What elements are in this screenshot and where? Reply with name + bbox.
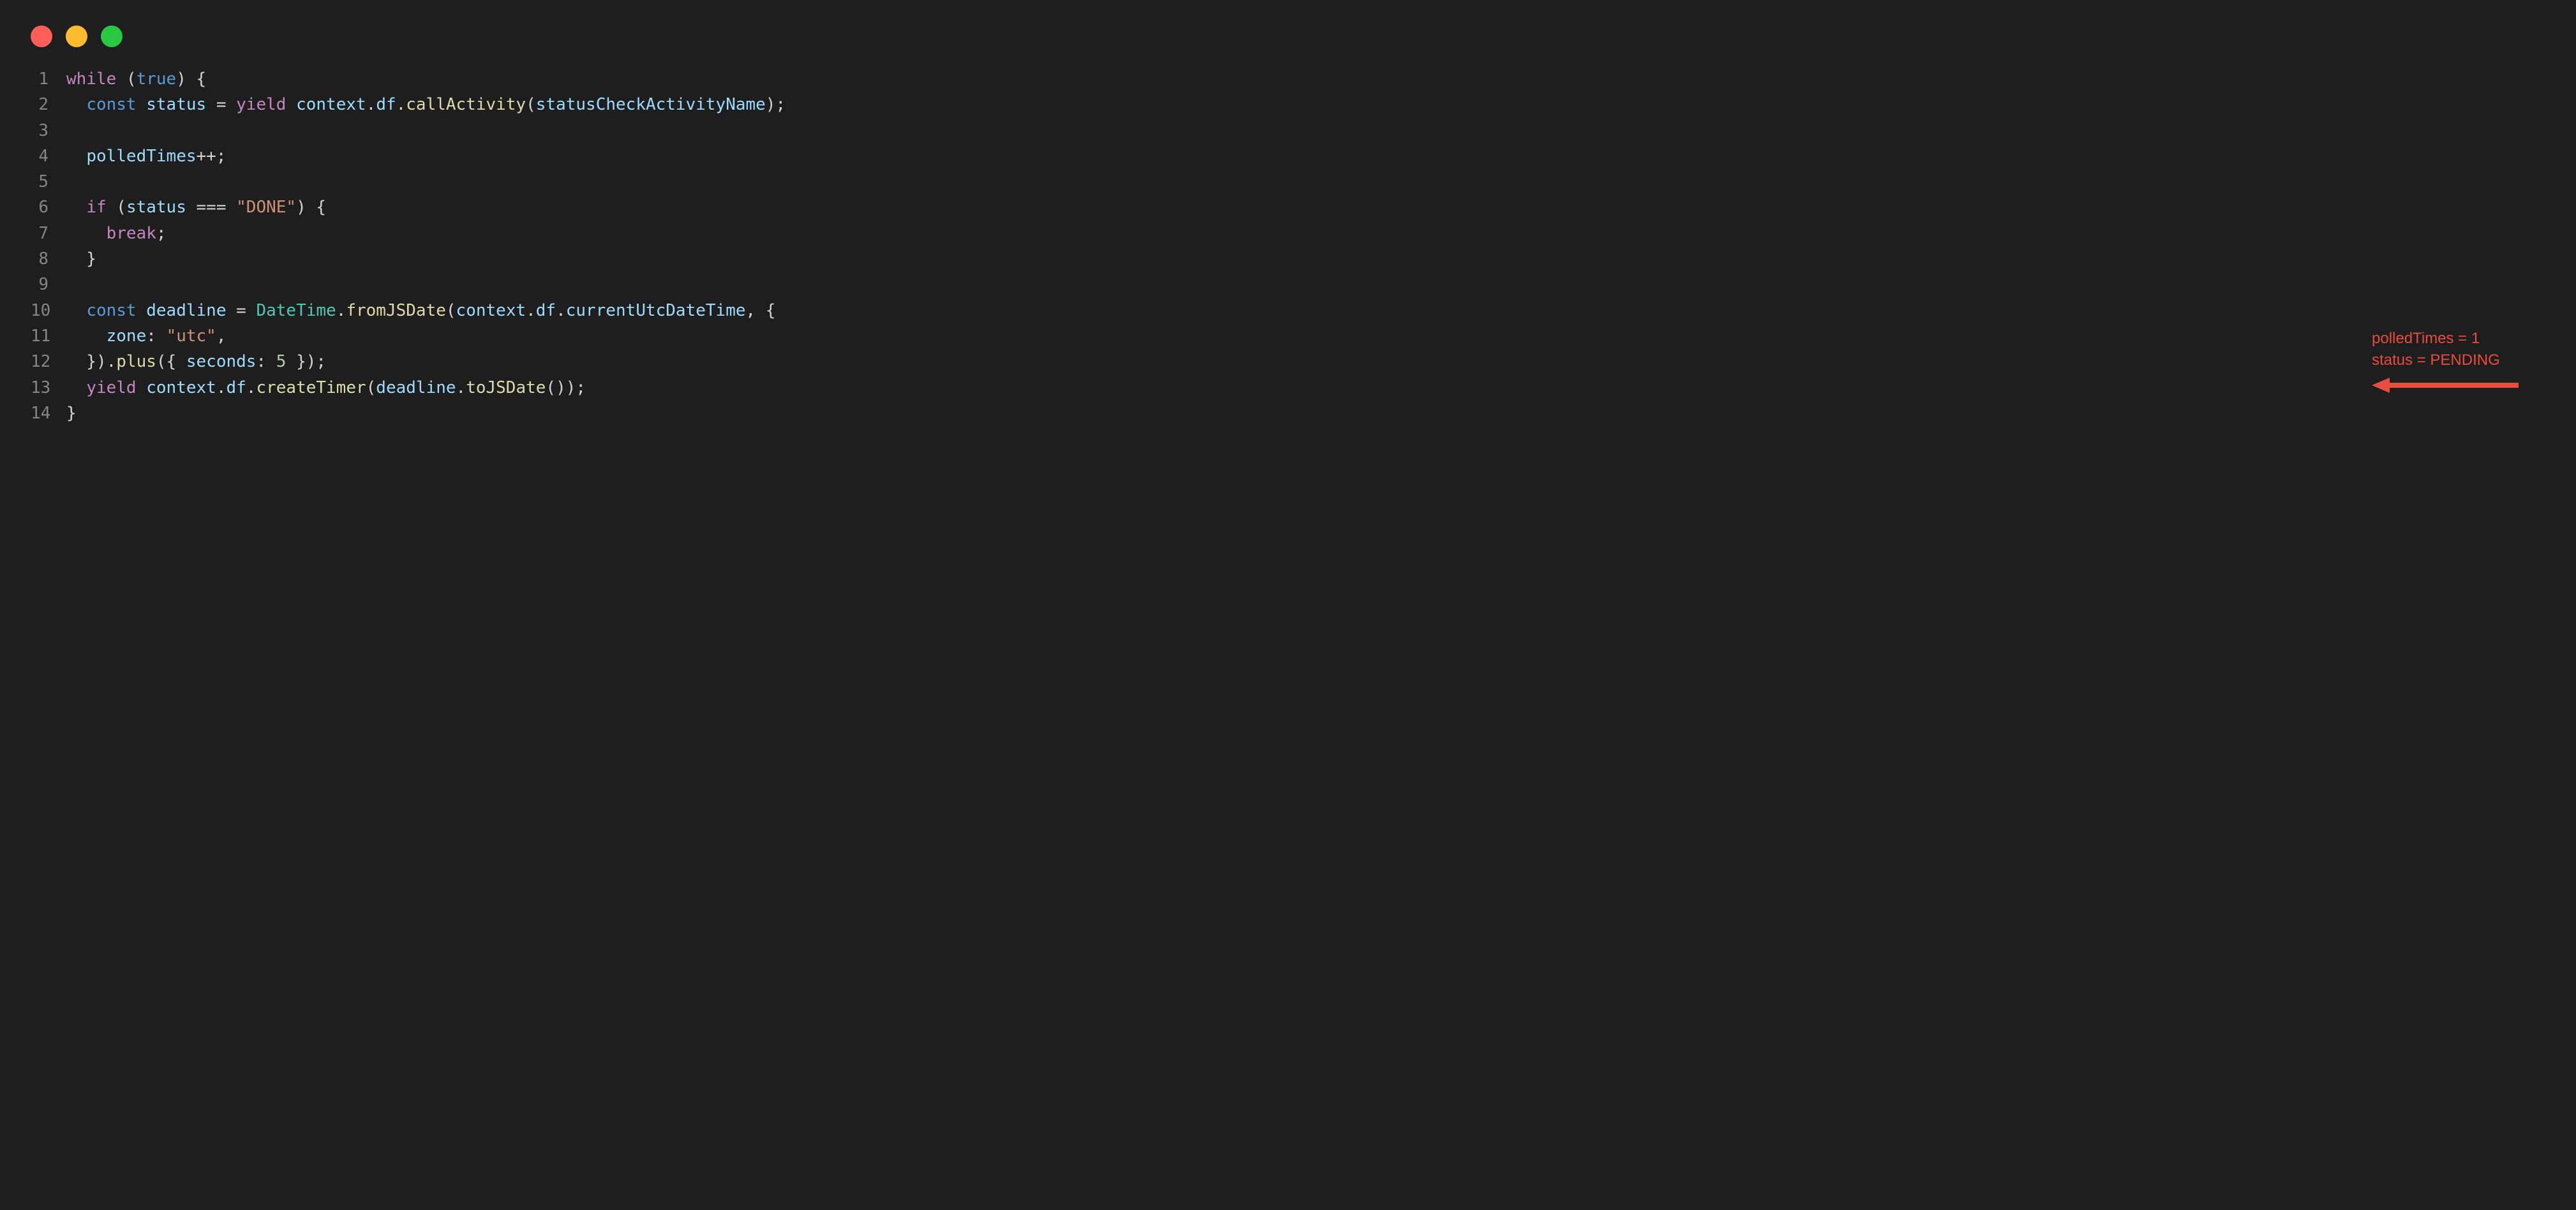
line-content[interactable]: const deadline = DateTime.fromJSDate(con… (66, 298, 775, 323)
code-line[interactable]: 3 (31, 118, 2545, 144)
line-number: 3 (31, 118, 66, 144)
code-line[interactable]: 11 zone: "utc", (31, 323, 2545, 349)
code-line[interactable]: 1while (true) { (31, 66, 2545, 92)
code-line[interactable]: 14} (31, 401, 2545, 426)
line-number: 1 (31, 66, 66, 92)
minimize-icon[interactable] (66, 26, 87, 47)
code-window: 1while (true) {2 const status = yield co… (0, 0, 2576, 458)
code-line[interactable]: 4 polledTimes++; (31, 144, 2545, 169)
code-line[interactable]: 9 (31, 272, 2545, 297)
line-content[interactable]: yield context.df.createTimer(deadline.to… (66, 375, 586, 401)
line-number: 14 (31, 401, 66, 426)
line-content[interactable]: if (status === "DONE") { (66, 195, 326, 220)
line-content[interactable]: } (66, 246, 96, 272)
line-content[interactable]: } (66, 401, 77, 426)
line-number: 6 (31, 195, 66, 220)
zoom-icon[interactable] (101, 26, 123, 47)
line-number: 5 (31, 169, 66, 195)
code-line[interactable]: 12 }).plus({ seconds: 5 }); (31, 349, 2545, 374)
line-number: 11 (31, 323, 66, 349)
line-content[interactable]: zone: "utc", (66, 323, 227, 349)
debug-annotation: polledTimes = 1 status = PENDING (2372, 328, 2519, 395)
line-number: 2 (31, 92, 66, 117)
code-line[interactable]: 10 const deadline = DateTime.fromJSDate(… (31, 298, 2545, 323)
code-line[interactable]: 7 break; (31, 221, 2545, 246)
line-number: 8 (31, 246, 66, 272)
line-number: 13 (31, 375, 66, 401)
code-line[interactable]: 8 } (31, 246, 2545, 272)
line-number: 12 (31, 349, 66, 374)
code-line[interactable]: 6 if (status === "DONE") { (31, 195, 2545, 220)
line-content[interactable]: while (true) { (66, 66, 206, 92)
line-content[interactable] (66, 272, 77, 297)
code-line[interactable]: 2 const status = yield context.df.callAc… (31, 92, 2545, 117)
close-icon[interactable] (31, 26, 52, 47)
line-number: 9 (31, 272, 66, 297)
line-number: 7 (31, 221, 66, 246)
line-content[interactable] (66, 118, 77, 144)
line-number: 10 (31, 298, 66, 323)
window-titlebar (0, 0, 2576, 60)
line-content[interactable]: }).plus({ seconds: 5 }); (66, 349, 326, 374)
line-content[interactable] (66, 169, 77, 195)
code-editor[interactable]: 1while (true) {2 const status = yield co… (0, 60, 2576, 458)
line-number: 4 (31, 144, 66, 169)
annotation-line-1: polledTimes = 1 (2372, 328, 2480, 350)
line-content[interactable]: polledTimes++; (66, 144, 226, 169)
annotation-line-2: status = PENDING (2372, 350, 2500, 371)
arrow-left-icon (2372, 376, 2519, 395)
code-line[interactable]: 5 (31, 169, 2545, 195)
code-line[interactable]: 13 yield context.df.createTimer(deadline… (31, 375, 2545, 401)
line-content[interactable]: const status = yield context.df.callActi… (66, 92, 785, 117)
line-content[interactable]: break; (66, 221, 167, 246)
